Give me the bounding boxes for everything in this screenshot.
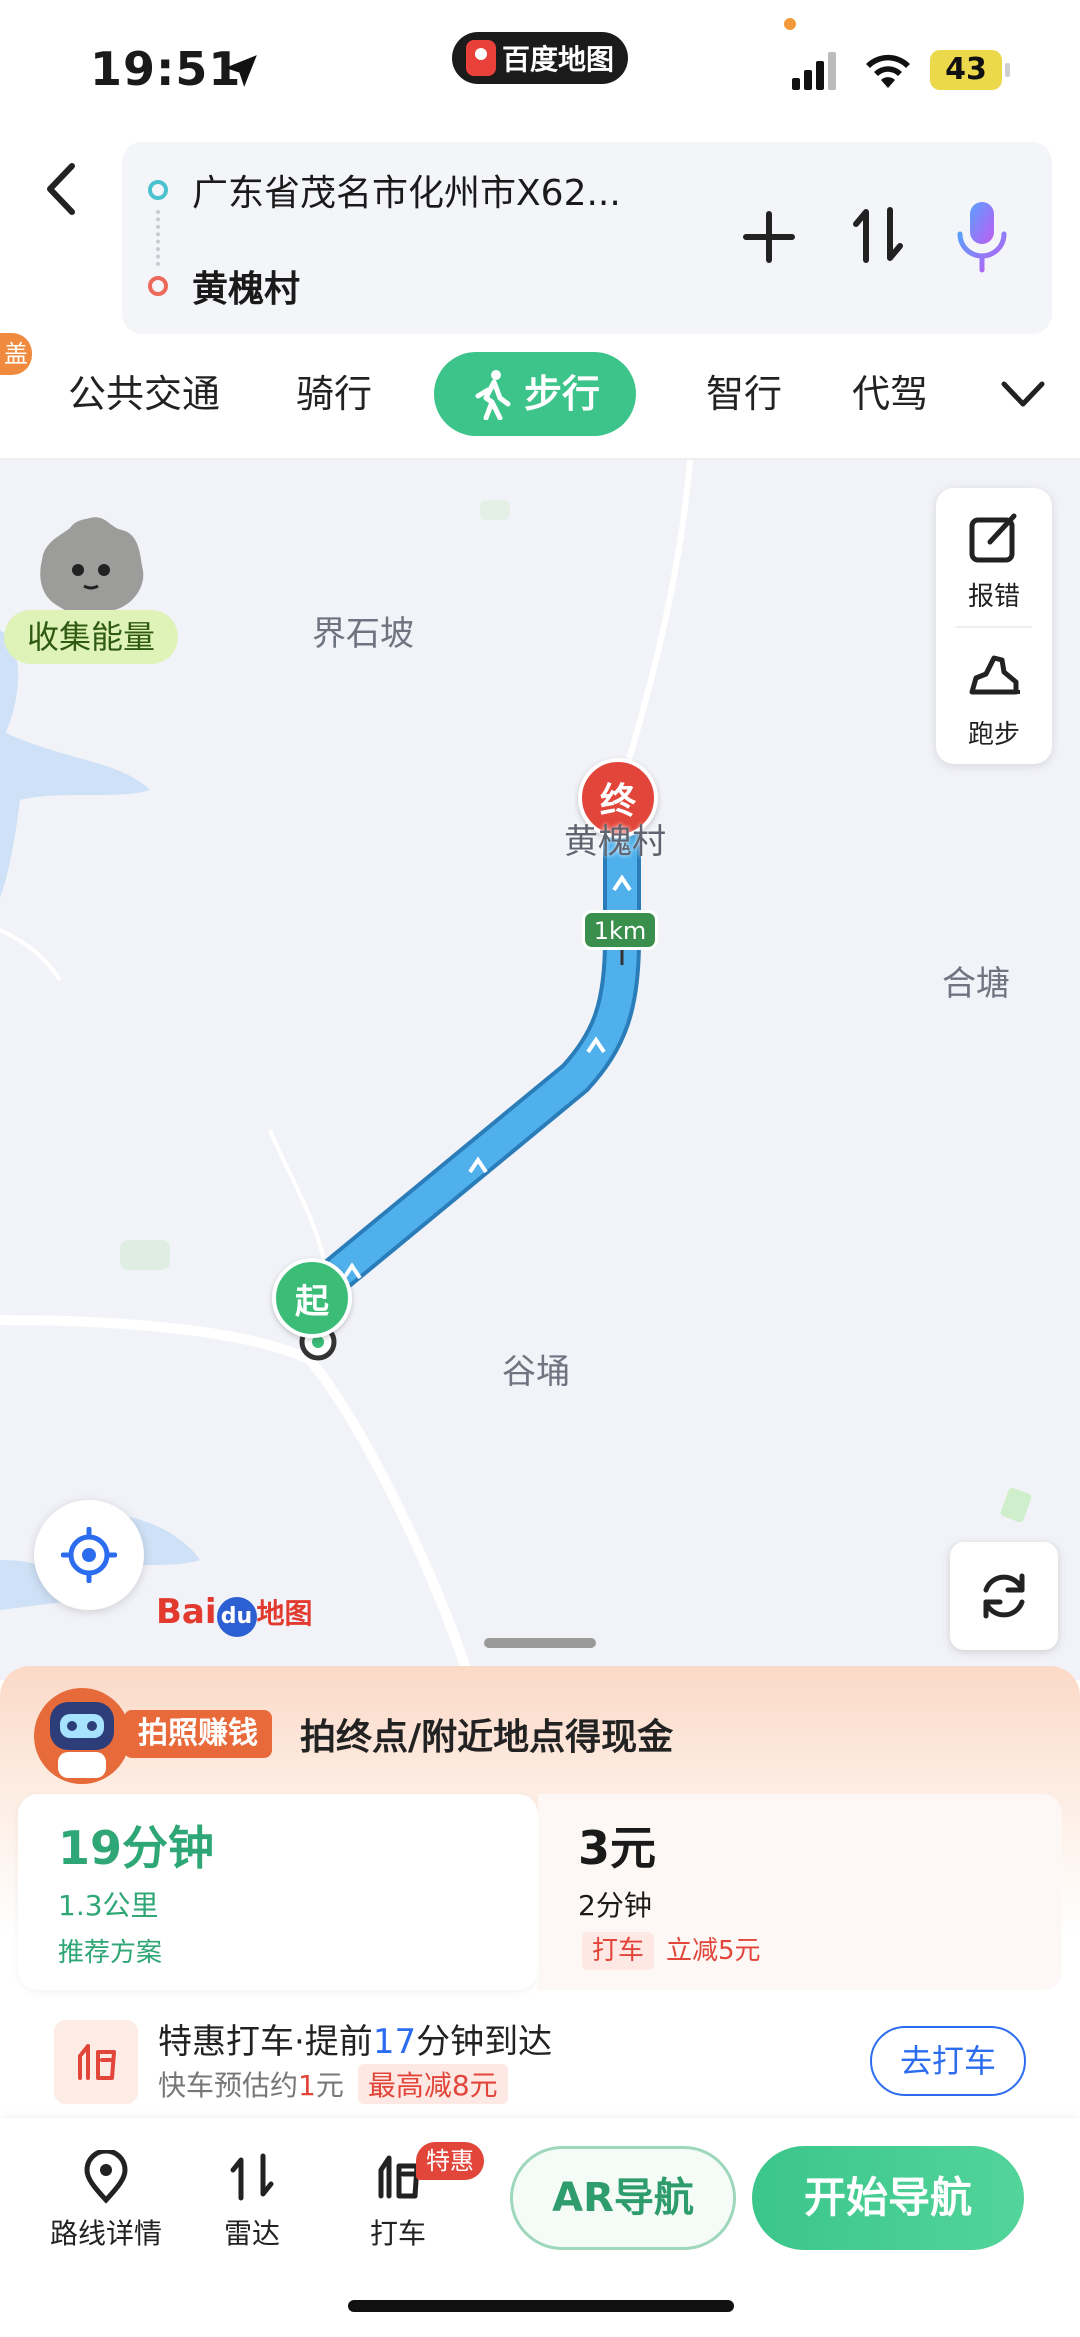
radar-button[interactable]: 雷达 [192, 2150, 312, 2252]
sneaker-icon [969, 655, 1020, 695]
logo-bai: Bai [156, 1592, 217, 1632]
battery-indicator: 43 [930, 50, 1010, 90]
baidu-map-app-icon [465, 40, 496, 76]
map-view[interactable]: 界石坡 合塘 谷埇 收集能量 报错 跑步 终 黄槐村 1km 起 Bai du 地图 [0, 460, 1080, 1680]
tab-walking[interactable]: 步行 [434, 352, 637, 436]
taxi-icon [78, 2044, 116, 2080]
walk-route-option[interactable]: 19分钟 1.3公里 推荐方案 [18, 1794, 538, 1990]
logo-du-paw: du [216, 1597, 257, 1637]
place-label: 合塘 [942, 964, 1010, 1004]
route-connector [156, 210, 160, 266]
location-pin-icon [84, 2150, 128, 2204]
crosshair-icon [61, 1527, 117, 1583]
collect-energy-button[interactable]: 收集能量 [4, 610, 178, 664]
taxi-offer-subtitle: 快车预估约1元 最高减8元 [158, 2064, 508, 2104]
start-marker[interactable]: 起 [272, 1258, 352, 1338]
travel-mode-tabs: 公共交通 骑行 步行 智行 代驾 [0, 352, 1080, 442]
add-waypoint-icon[interactable] [740, 208, 798, 266]
go-taxi-button[interactable]: 去打车 [870, 2026, 1026, 2096]
running-button[interactable]: 跑步 [936, 626, 1052, 764]
wifi-icon [866, 54, 910, 88]
route-details-label: 路线详情 [49, 2217, 162, 2250]
taxi-offer-title: 特惠打车·提前17分钟到达 [158, 2014, 552, 2063]
place-label: 界石坡 [312, 614, 414, 654]
destination-field[interactable]: 黄槐村 [192, 260, 300, 312]
origin-field[interactable]: 广东省茂名市化州市X62... [192, 164, 621, 216]
start-navigation-button[interactable]: 开始导航 [752, 2146, 1024, 2250]
max-discount-chip: 最高减8元 [357, 2064, 508, 2104]
end-place-label: 黄槐村 [564, 822, 666, 862]
tab-cycling[interactable]: 骑行 [296, 352, 372, 436]
place-label: 谷埇 [502, 1352, 570, 1392]
refresh-route-button[interactable] [950, 1542, 1058, 1650]
distance-marker: 1km [582, 910, 658, 950]
baidu-map-logo: Bai du 地图 [156, 1592, 313, 1637]
walk-duration: 19分钟 [58, 1821, 215, 1875]
clock: 19:51 [90, 42, 242, 96]
taxi-discount: 立减5元 [666, 1936, 761, 1966]
refresh-icon [983, 1573, 1025, 1619]
cellular-signal-icon [792, 52, 836, 90]
map-side-toolbar: 报错 跑步 [936, 488, 1052, 764]
taxi-chip: 打车 [582, 1932, 655, 1970]
report-error-label: 报错 [967, 582, 1020, 612]
edit-icon [969, 513, 1017, 563]
taxi-price: 3元 [578, 1821, 657, 1875]
tab-walking-label: 步行 [524, 372, 601, 416]
taxi-offer-icon [54, 2020, 138, 2104]
taxi-duration: 2分钟 [578, 1889, 652, 1922]
taxi-offer-title-pre: 特惠打车·提前 [158, 2022, 373, 2062]
taxi-label: 打车 [369, 2217, 426, 2250]
special-offer-badge: 特惠 [416, 2142, 484, 2180]
microphone-icon[interactable] [950, 198, 1014, 274]
location-arrow-icon [225, 55, 257, 87]
radar-icon [230, 2153, 274, 2201]
tab-smart-travel[interactable]: 智行 [706, 352, 782, 436]
route-input-box: 广东省茂名市化州市X62... 黄槐村 [122, 142, 1052, 334]
app-return-pill[interactable]: 百度地图 [452, 32, 628, 84]
app-pill-label: 百度地图 [501, 43, 614, 76]
privacy-indicator [784, 18, 796, 30]
route-details-button[interactable]: 路线详情 [46, 2150, 166, 2252]
status-bar: 19:51 百度地图 43 [0, 0, 1080, 135]
report-error-button[interactable]: 报错 [936, 488, 1052, 626]
walk-distance: 1.3公里 [58, 1889, 159, 1922]
taxi-estimate-price: 1 [298, 2069, 316, 2102]
logo-suffix: 地图 [256, 1597, 313, 1630]
photo-earn-text[interactable]: 拍终点/附近地点得现金 [300, 1708, 673, 1760]
back-arrow-icon[interactable] [38, 160, 86, 218]
end-point-dot [148, 276, 168, 296]
recommended-label: 推荐方案 [58, 1938, 163, 1968]
taxi-estimate-post: 元 [315, 2069, 344, 2102]
energy-mascot-icon[interactable] [30, 510, 150, 620]
swap-route-icon[interactable] [850, 202, 906, 268]
taxi-estimate-pre: 快车预估约 [158, 2069, 299, 2102]
start-point-dot [148, 180, 168, 200]
tab-designated-driver[interactable]: 代驾 [852, 352, 928, 436]
home-indicator[interactable] [348, 2300, 734, 2312]
radar-label: 雷达 [223, 2217, 280, 2250]
ar-navigation-button[interactable]: AR导航 [510, 2146, 736, 2250]
sheet-drag-handle[interactable] [484, 1638, 596, 1648]
photo-earn-tag[interactable]: 拍照赚钱 [124, 1710, 272, 1758]
taxi-offer-minutes: 17 [372, 2022, 417, 2062]
taxi-route-option[interactable]: 3元 2分钟 打车 立减5元 [538, 1794, 1062, 1990]
taxi-offer-title-post: 分钟到达 [416, 2022, 553, 2062]
chevron-down-icon[interactable] [998, 372, 1048, 416]
tab-public-transit[interactable]: 公共交通 [68, 352, 220, 436]
locate-me-button[interactable] [34, 1500, 144, 1610]
walking-person-icon [475, 370, 511, 420]
running-label: 跑步 [967, 720, 1020, 750]
robot-mascot-icon [34, 1688, 130, 1784]
